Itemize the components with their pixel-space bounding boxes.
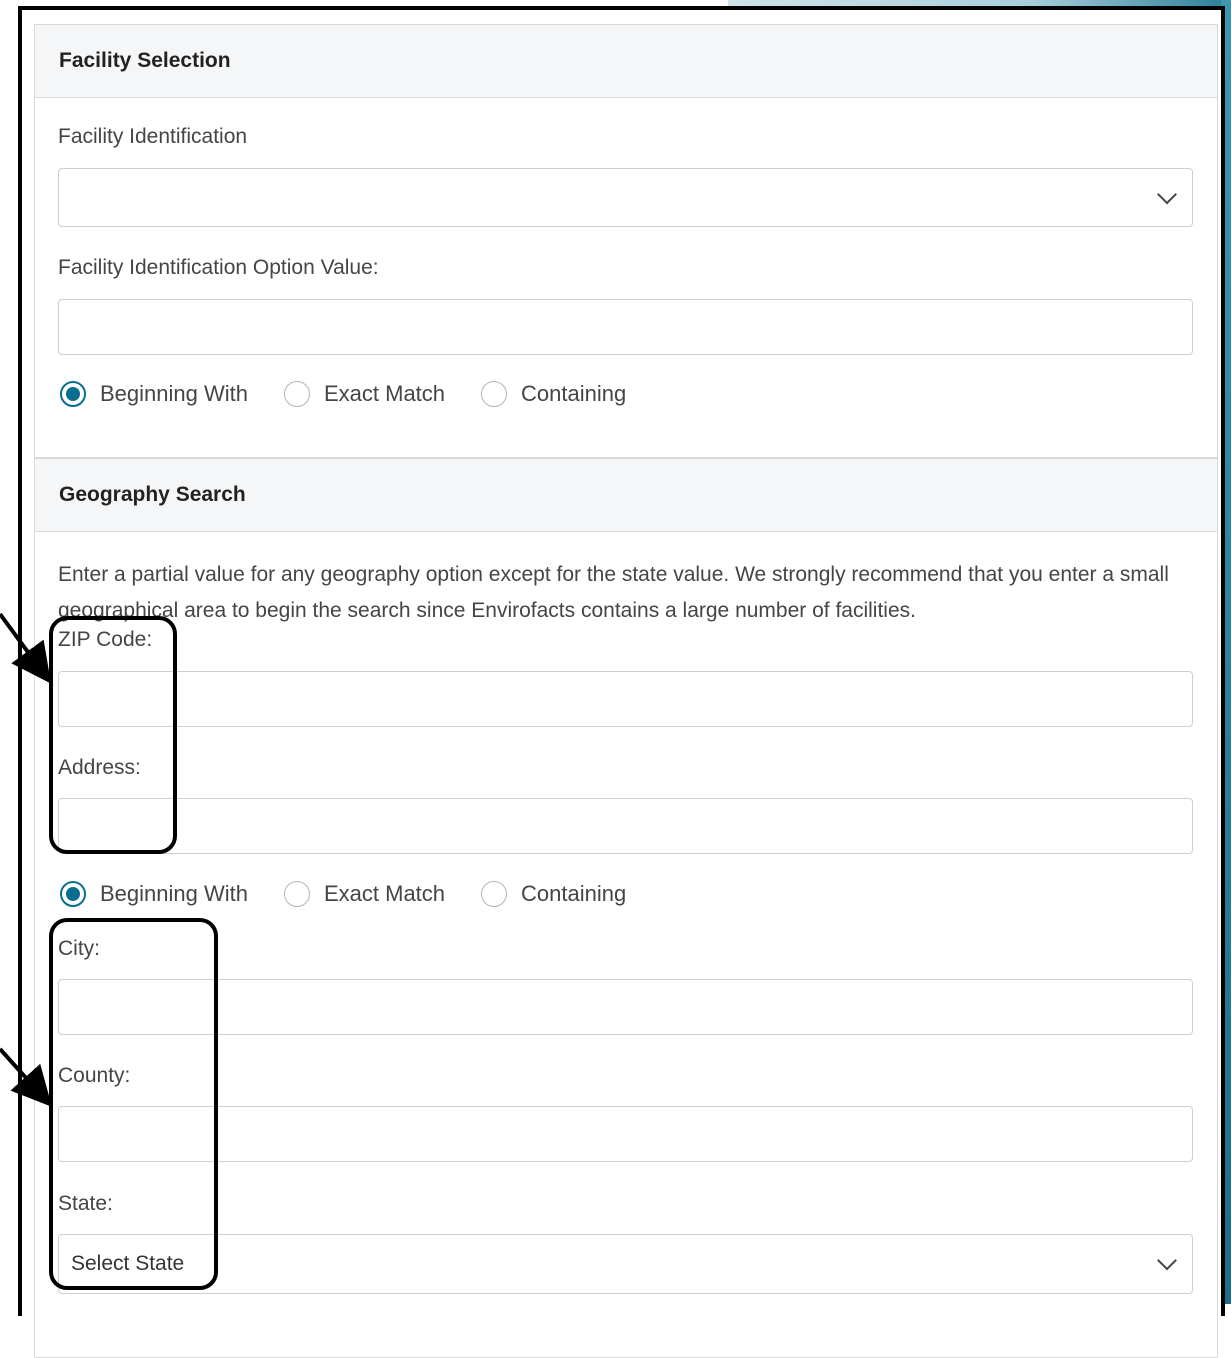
arrow-icon (0, 612, 52, 684)
callout-arrows (0, 612, 53, 1107)
arrow-icon (0, 1047, 53, 1107)
